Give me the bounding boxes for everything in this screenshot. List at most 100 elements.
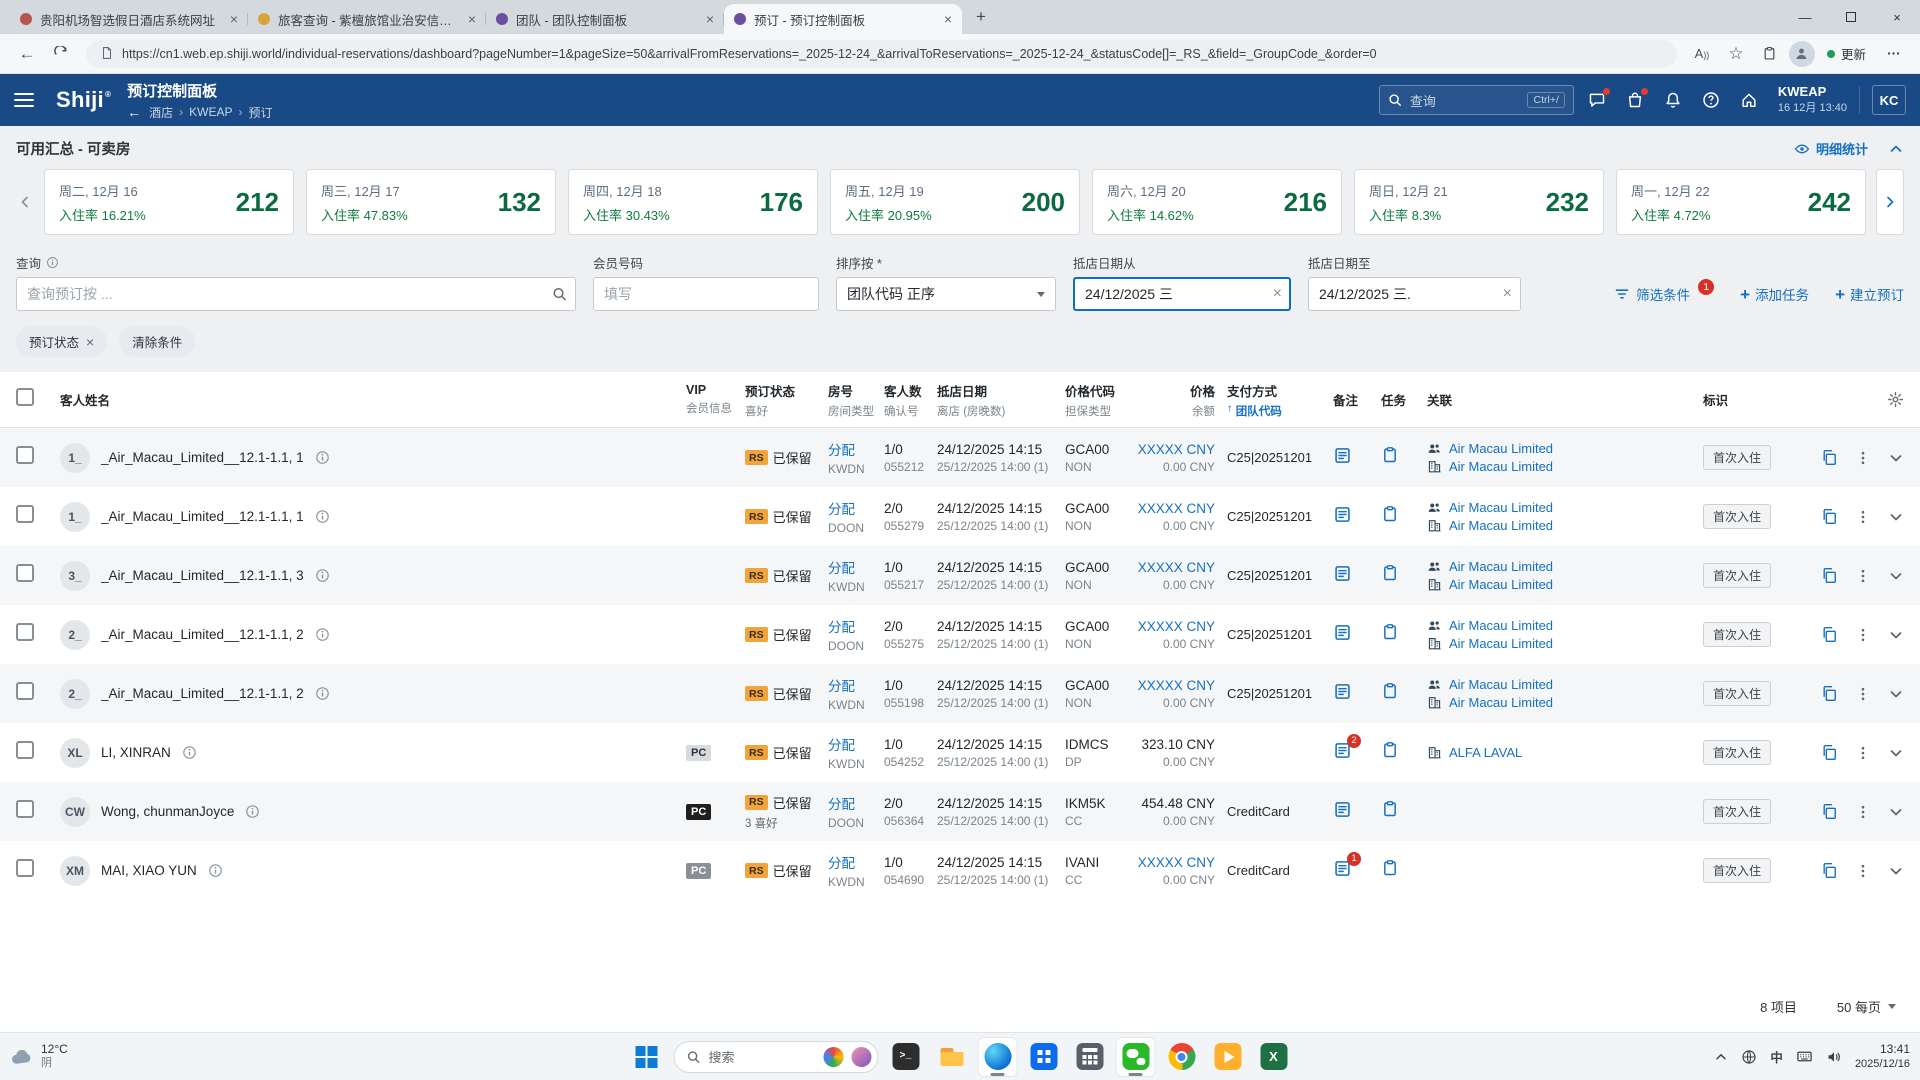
notes-icon[interactable] bbox=[1333, 446, 1352, 465]
linked-profile[interactable]: Air Macau Limited bbox=[1427, 500, 1687, 515]
read-aloud-icon[interactable]: A)) bbox=[1687, 39, 1717, 69]
taskbar-search[interactable]: 搜索 bbox=[673, 1040, 879, 1073]
chat-icon[interactable] bbox=[1582, 85, 1612, 115]
info-icon[interactable] bbox=[315, 686, 330, 701]
tasks-icon[interactable] bbox=[1381, 741, 1399, 759]
expand-row-icon[interactable] bbox=[1888, 568, 1904, 584]
notes-icon[interactable]: 2 bbox=[1333, 733, 1361, 760]
cards-next-button[interactable] bbox=[1876, 169, 1904, 235]
row-menu-icon[interactable] bbox=[1855, 509, 1871, 525]
chip-remove-icon[interactable]: × bbox=[86, 335, 94, 349]
detail-stats-link[interactable]: 明细统计 bbox=[1794, 139, 1868, 158]
taskbar-app[interactable] bbox=[1254, 1037, 1294, 1077]
expand-row-icon[interactable] bbox=[1888, 627, 1904, 643]
info-icon[interactable] bbox=[315, 568, 330, 583]
linked-profile-name[interactable]: Air Macau Limited bbox=[1449, 518, 1553, 533]
taskbar-app[interactable] bbox=[886, 1037, 926, 1077]
browser-update-button[interactable]: 更新 bbox=[1819, 40, 1874, 68]
volume-icon[interactable] bbox=[1826, 1049, 1842, 1065]
table-row[interactable]: XL LI, XINRAN PC RS 已保留 分配 KWDN 1/0 0542… bbox=[0, 723, 1920, 782]
row-checkbox[interactable] bbox=[16, 682, 34, 700]
linked-profile-name[interactable]: Air Macau Limited bbox=[1449, 695, 1553, 710]
linked-profile[interactable]: Air Macau Limited bbox=[1427, 577, 1687, 592]
arrival-to-input[interactable] bbox=[1308, 277, 1521, 311]
page-size-select[interactable]: 50 每页 bbox=[1837, 997, 1896, 1016]
network-icon[interactable] bbox=[1741, 1049, 1757, 1065]
info-icon[interactable] bbox=[315, 450, 330, 465]
copy-icon[interactable] bbox=[1821, 803, 1838, 820]
notes-icon[interactable] bbox=[1333, 564, 1352, 583]
taskbar-app[interactable] bbox=[1115, 1036, 1156, 1077]
query-search-icon[interactable] bbox=[552, 287, 567, 302]
room-assign-link[interactable]: 分配 bbox=[828, 439, 884, 459]
tasks-icon[interactable] bbox=[1381, 623, 1399, 641]
availability-card[interactable]: 周一, 12月 22 入住率 4.72% 242 bbox=[1616, 169, 1866, 235]
select-all-checkbox[interactable] bbox=[16, 388, 34, 406]
cards-prev-button[interactable] bbox=[16, 194, 34, 210]
copy-icon[interactable] bbox=[1821, 626, 1838, 643]
sort-select[interactable]: 团队代码 正序 bbox=[836, 277, 1056, 311]
tab-close-icon[interactable]: × bbox=[706, 11, 714, 27]
breadcrumb-item[interactable]: KWEAP › bbox=[189, 105, 242, 119]
row-menu-icon[interactable] bbox=[1855, 804, 1871, 820]
table-row[interactable]: 1_ _Air_Macau_Limited__12.1-1.1, 1 RS 已保… bbox=[0, 487, 1920, 546]
breadcrumb-item[interactable]: 酒店 › bbox=[149, 104, 183, 121]
window-close-button[interactable]: × bbox=[1874, 0, 1920, 34]
tasks-icon[interactable] bbox=[1381, 682, 1399, 700]
linked-profile[interactable]: Air Macau Limited bbox=[1427, 459, 1687, 474]
back-button[interactable]: ← bbox=[12, 39, 42, 69]
row-checkbox[interactable] bbox=[16, 741, 34, 759]
expand-row-icon[interactable] bbox=[1888, 745, 1904, 761]
tasks-icon[interactable] bbox=[1381, 564, 1399, 582]
url-bar[interactable]: https://cn1.web.ep.shiji.world/individua… bbox=[86, 39, 1677, 68]
tasks-icon[interactable] bbox=[1381, 446, 1399, 464]
availability-card[interactable]: 周五, 12月 19 入住率 20.95% 200 bbox=[830, 169, 1080, 235]
linked-profile[interactable]: Air Macau Limited bbox=[1427, 636, 1687, 651]
expand-row-icon[interactable] bbox=[1888, 686, 1904, 702]
tasks-icon[interactable] bbox=[1381, 859, 1399, 877]
expand-row-icon[interactable] bbox=[1888, 863, 1904, 879]
add-task-button[interactable]: + 添加任务 bbox=[1740, 284, 1809, 304]
tasks-icon[interactable] bbox=[1381, 800, 1399, 818]
tab-close-icon[interactable]: × bbox=[468, 11, 476, 27]
arrival-from-input[interactable] bbox=[1073, 277, 1291, 311]
ime-indicator[interactable]: 中 bbox=[1770, 1047, 1783, 1066]
notes-icon[interactable] bbox=[1333, 800, 1352, 819]
notes-icon[interactable]: 1 bbox=[1333, 851, 1361, 878]
refresh-button[interactable] bbox=[46, 39, 76, 69]
availability-card[interactable]: 周六, 12月 20 入住率 14.62% 216 bbox=[1092, 169, 1342, 235]
info-icon[interactable] bbox=[315, 627, 330, 642]
linked-profile[interactable]: Air Macau Limited bbox=[1427, 677, 1687, 692]
collapse-section-icon[interactable] bbox=[1888, 141, 1904, 157]
row-checkbox[interactable] bbox=[16, 859, 34, 877]
tab-close-icon[interactable]: × bbox=[944, 11, 952, 27]
room-assign-link[interactable]: 分配 bbox=[828, 498, 884, 518]
row-menu-icon[interactable] bbox=[1855, 568, 1871, 584]
taskbar-weather[interactable]: 12°C 阴 bbox=[10, 1033, 68, 1080]
tray-expand-icon[interactable] bbox=[1714, 1050, 1728, 1064]
availability-card[interactable]: 周二, 12月 16 入住率 16.21% 212 bbox=[44, 169, 294, 235]
arrival-from-clear-icon[interactable]: × bbox=[1273, 286, 1282, 302]
info-icon[interactable] bbox=[315, 509, 330, 524]
availability-card[interactable]: 周三, 12月 17 入住率 47.83% 132 bbox=[306, 169, 556, 235]
notes-icon[interactable] bbox=[1333, 682, 1352, 701]
taskbar-app[interactable] bbox=[1070, 1037, 1110, 1077]
member-number-input[interactable] bbox=[593, 277, 819, 311]
row-menu-icon[interactable] bbox=[1855, 686, 1871, 702]
filter-chip[interactable]: 预订状态 × bbox=[16, 326, 108, 357]
new-tab-button[interactable]: + bbox=[968, 4, 994, 30]
browser-tab[interactable]: 旅客查询 - 紫檀旅馆业治安信息系统 × bbox=[248, 4, 486, 34]
linked-profile-name[interactable]: Air Macau Limited bbox=[1449, 441, 1553, 456]
browser-profile-avatar[interactable] bbox=[1788, 40, 1815, 67]
row-checkbox[interactable] bbox=[16, 505, 34, 523]
taskbar-app[interactable] bbox=[1024, 1037, 1064, 1077]
room-assign-link[interactable]: 分配 bbox=[828, 616, 884, 636]
menu-icon[interactable] bbox=[14, 93, 40, 107]
expand-row-icon[interactable] bbox=[1888, 804, 1904, 820]
room-assign-link[interactable]: 分配 bbox=[828, 675, 884, 695]
linked-profile-name[interactable]: Air Macau Limited bbox=[1449, 618, 1553, 633]
table-row[interactable]: 3_ _Air_Macau_Limited__12.1-1.1, 3 RS 已保… bbox=[0, 546, 1920, 605]
row-checkbox[interactable] bbox=[16, 564, 34, 582]
taskbar-app[interactable] bbox=[1162, 1037, 1202, 1077]
linked-profile-name[interactable]: Air Macau Limited bbox=[1449, 459, 1553, 474]
